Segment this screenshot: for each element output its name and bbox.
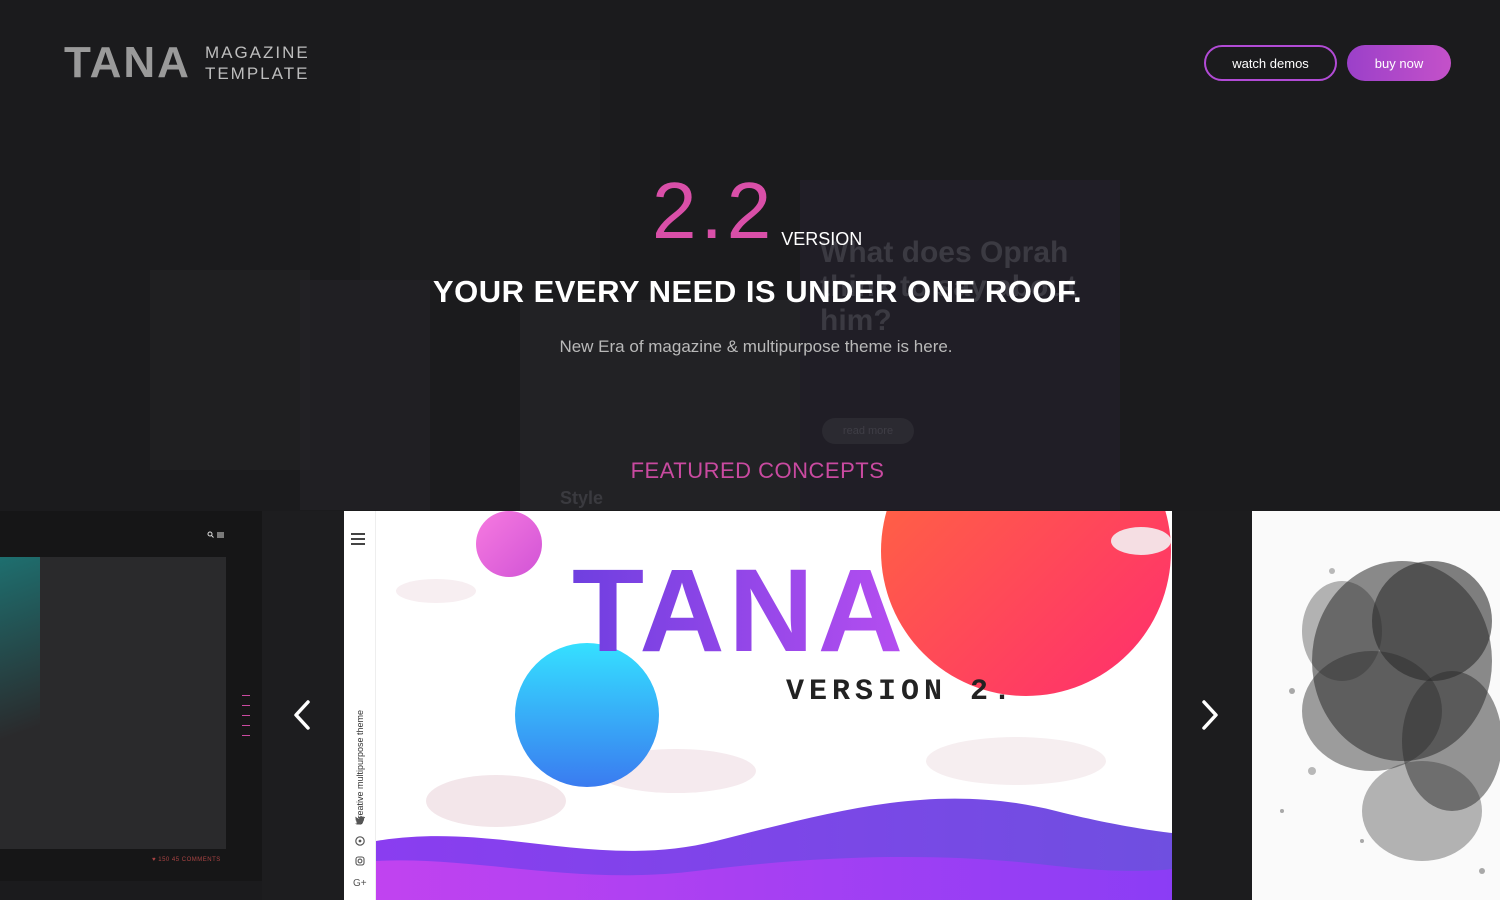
- carousel-next-arrow[interactable]: [1198, 698, 1222, 732]
- google-plus-icon[interactable]: G+: [350, 877, 370, 890]
- search-icon: [207, 531, 224, 538]
- bg-ghost-style: Style: [560, 488, 604, 508]
- hero-headline: YOUR EVERY NEED IS UNDER ONE ROOF.: [432, 274, 1083, 309]
- slide-active-title: TANA: [572, 545, 907, 677]
- version-badge: 2.2 VERSION: [652, 170, 862, 252]
- carousel-slide-active[interactable]: TANA VERSION 2. Creative multipurpose th…: [344, 511, 1172, 900]
- twitter-icon[interactable]: [350, 816, 370, 828]
- logo-subtitle-line1: MAGAZINE: [204, 43, 310, 62]
- slide-prev-meta: ♥ 150 45 COMMENTS: [152, 857, 221, 863]
- instagram-icon[interactable]: [350, 856, 370, 869]
- bg-panel: [360, 60, 600, 290]
- bg-ghost-read-more: read more: [822, 418, 914, 444]
- slide-active-side-rail: Creative multipurpose theme G+: [344, 511, 376, 900]
- slide-next-ink-splash: [1280, 561, 1500, 874]
- version-number: 2.2: [652, 166, 776, 255]
- logo-wordmark: TANA: [64, 38, 191, 87]
- pinterest-icon[interactable]: [350, 836, 370, 849]
- svg-text:G+: G+: [353, 878, 367, 887]
- watch-demos-button[interactable]: watch demos: [1204, 45, 1337, 81]
- slide-prev-search-menu-icons: [207, 531, 225, 542]
- hero-subline: New Era of magazine & multipurpose theme…: [559, 337, 953, 356]
- slide-prev-streak: [0, 557, 40, 849]
- chevron-right-icon: [1202, 700, 1218, 730]
- carousel-slide-prev[interactable]: ♥ 150 45 COMMENTS: [0, 511, 262, 881]
- logo-subtitle-line2: TEMPLATE: [204, 64, 310, 83]
- carousel-prev-arrow[interactable]: [290, 698, 314, 732]
- featured-concepts-heading: FEATURED CONCEPTS: [630, 458, 885, 483]
- logo-subtitle: MAGAZINE TEMPLATE: [205, 42, 310, 84]
- logo[interactable]: TANA MAGAZINE TEMPLATE: [64, 40, 310, 86]
- buy-now-button[interactable]: buy now: [1347, 45, 1451, 81]
- chevron-left-icon: [294, 700, 310, 730]
- version-word: VERSION: [781, 229, 863, 249]
- hamburger-menu-icon[interactable]: [351, 533, 365, 548]
- slide-prev-dots: [242, 695, 252, 745]
- carousel-slide-next[interactable]: [1252, 511, 1500, 900]
- slide-active-subtitle: VERSION 2.: [786, 675, 1017, 709]
